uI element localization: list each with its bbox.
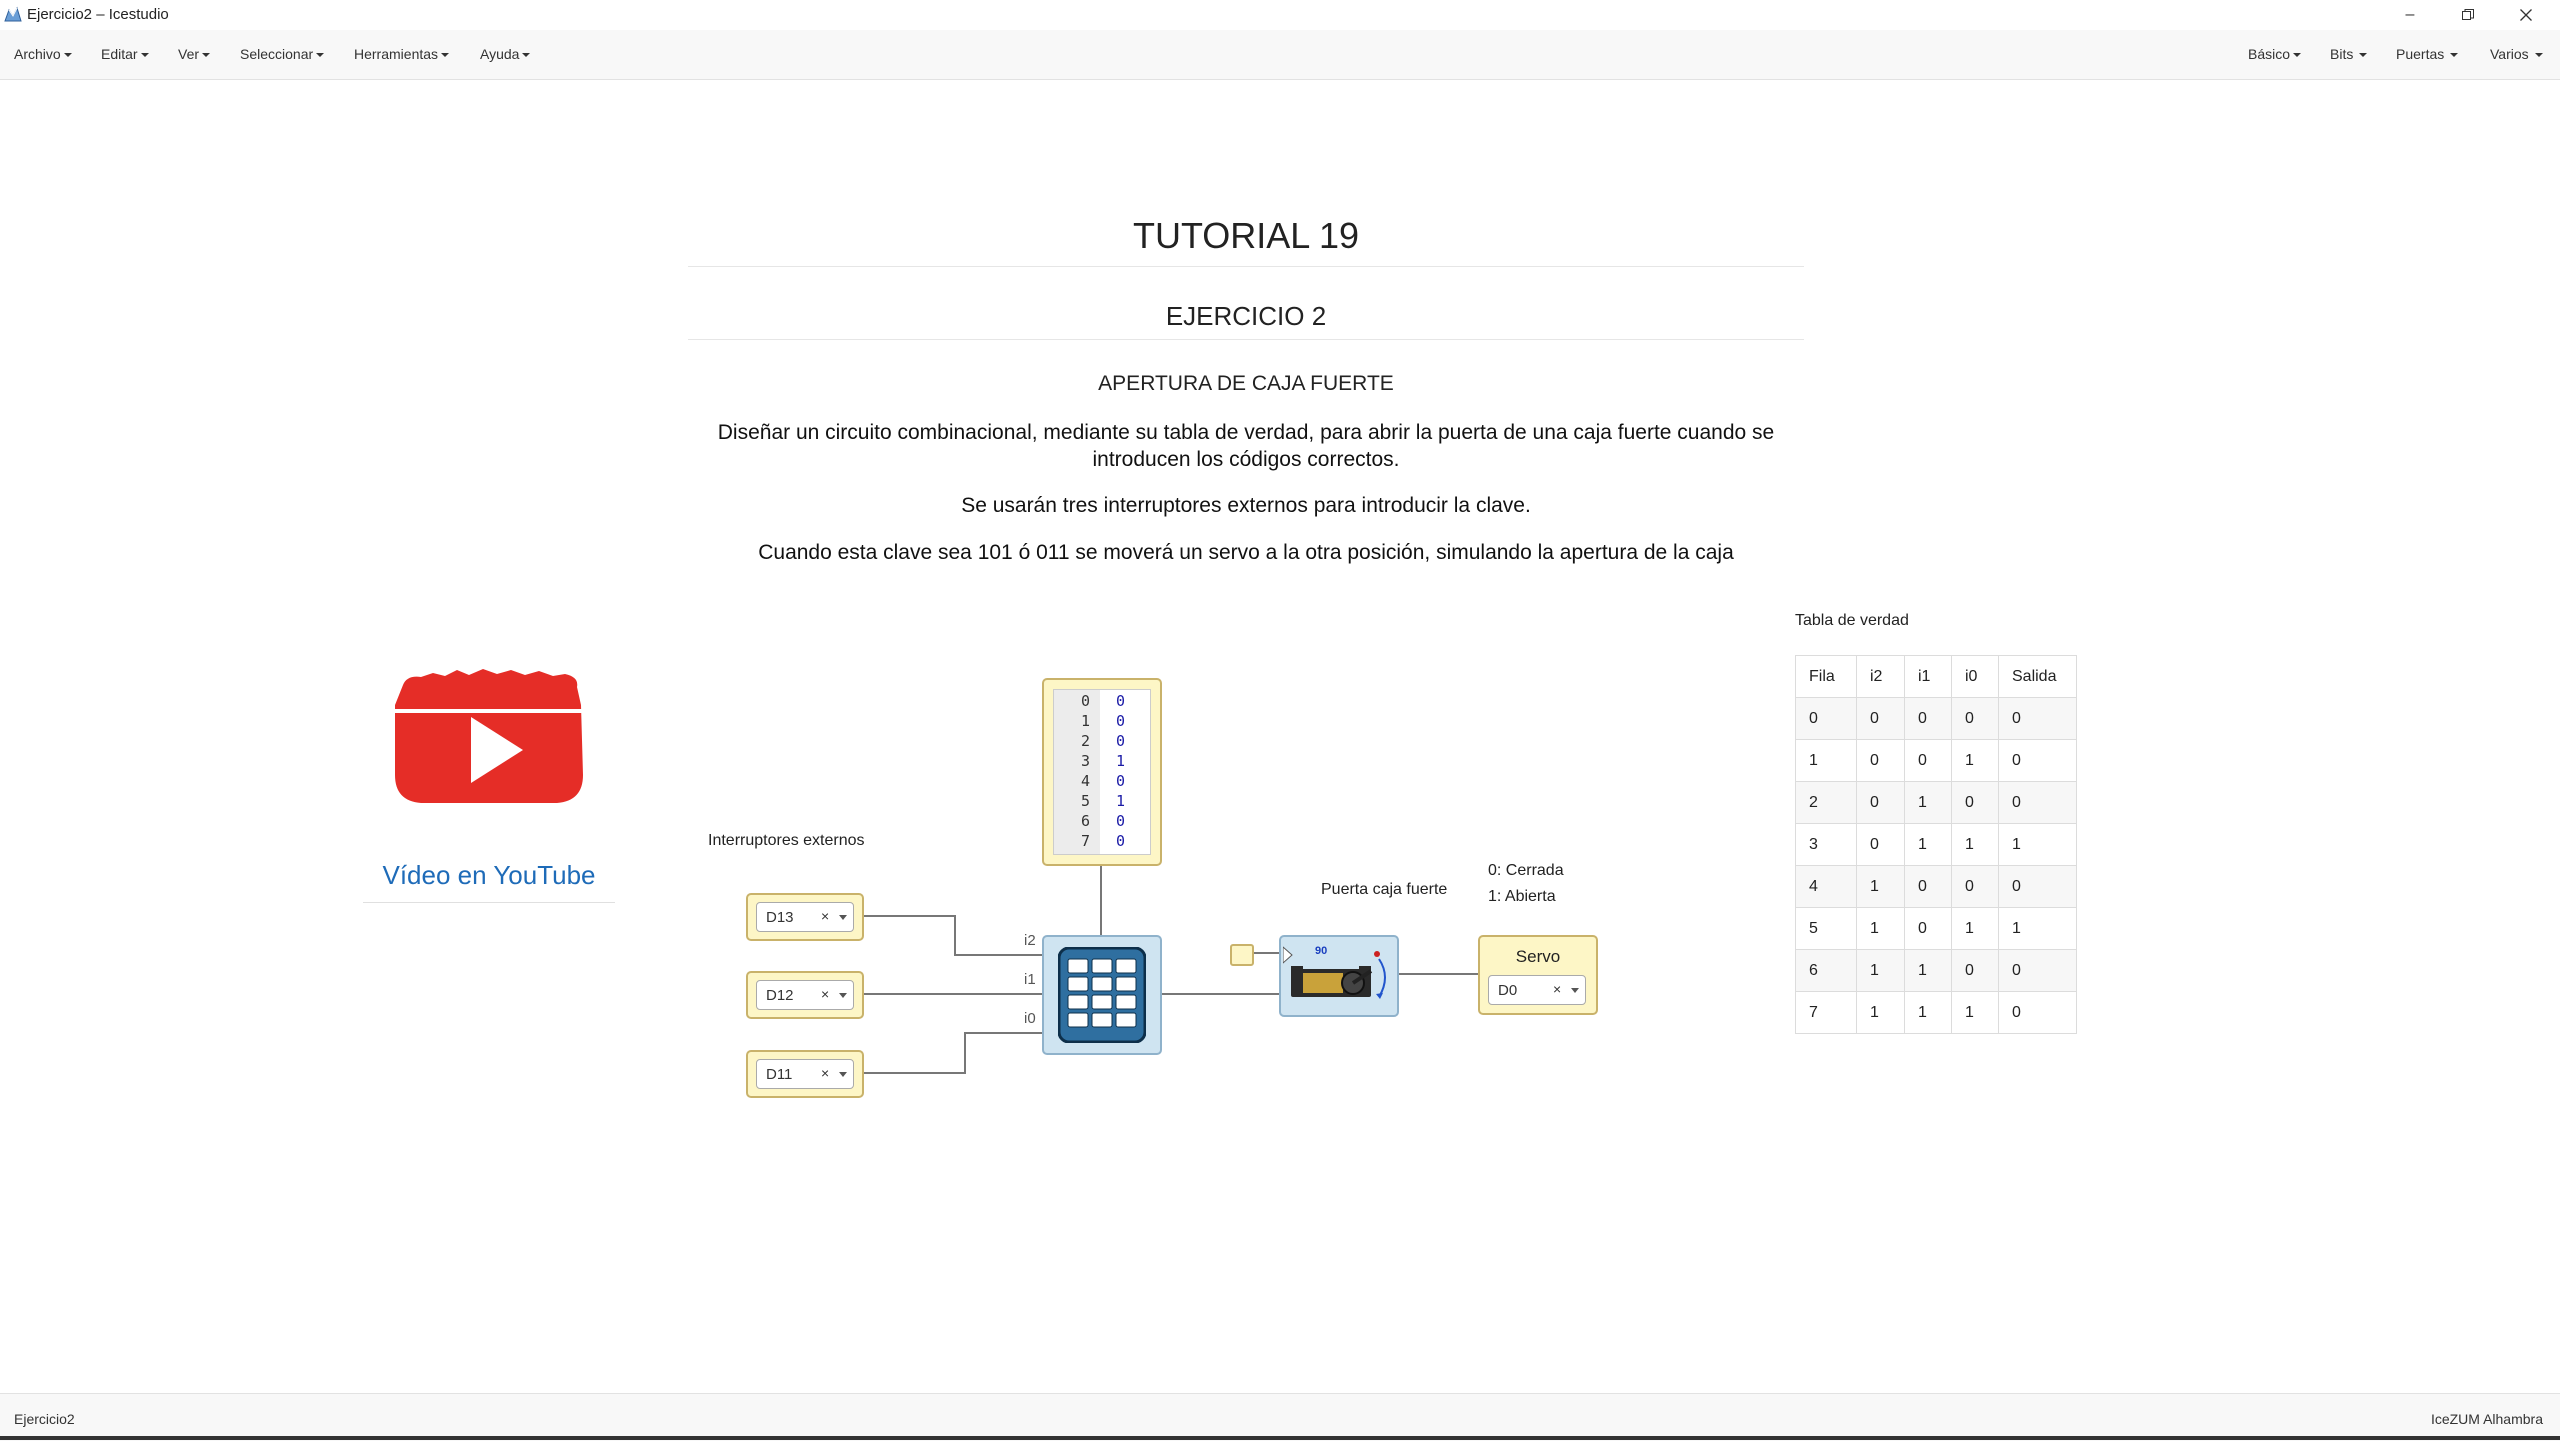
table-row: 51011 — [1795, 907, 2077, 950]
table-grid-icon — [1058, 947, 1146, 1043]
chevron-down-icon — [839, 915, 847, 920]
clear-icon[interactable]: × — [821, 986, 829, 1002]
status-bar: Ejercicio2 IceZUM Alhambra — [0, 1393, 2560, 1441]
table-row: 71110 — [1795, 991, 2077, 1034]
table-header-row: Fila i2 i1 i0 Salida — [1795, 655, 2077, 698]
output-label: Puerta caja fuerte — [1321, 881, 1448, 898]
input-pin-block[interactable]: D12 × — [746, 971, 864, 1019]
servo-controller-block[interactable]: 90 — [1279, 935, 1399, 1017]
column-header: Fila — [1795, 655, 1857, 698]
inputs-label: Interruptores externos — [708, 832, 865, 849]
table-row: 61100 — [1795, 949, 2077, 992]
constant-block[interactable] — [1230, 944, 1254, 966]
input-pin-block[interactable]: D13 × — [746, 893, 864, 941]
servo-angle-label: 90 — [1315, 945, 1328, 957]
chevron-down-icon — [839, 1072, 847, 1077]
board-selector[interactable]: IceZUM Alhambra — [2431, 1411, 2543, 1427]
servo-label: Servo — [1515, 947, 1561, 966]
table-row: 30111 — [1795, 823, 2077, 866]
memory-editor[interactable]: 00 10 20 31 40 51 60 70 — [1053, 689, 1151, 855]
pin-select[interactable]: D11 × — [756, 1059, 854, 1089]
table-row: 41000 — [1795, 865, 2077, 908]
port-label-i1: i1 — [1024, 971, 1036, 988]
truth-table: Fila i2 i1 i0 Salida 00000 10010 20100 3… — [1795, 655, 2077, 1034]
state-open-label: 1: Abierta — [1488, 888, 1556, 905]
column-header: i0 — [1951, 655, 1999, 698]
column-header: i2 — [1856, 655, 1905, 698]
input-pin-block[interactable]: D11 × — [746, 1050, 864, 1098]
memory-block[interactable]: 00 10 20 31 40 51 60 70 — [1042, 678, 1162, 866]
column-header: i1 — [1904, 655, 1952, 698]
bottom-border — [0, 1436, 2560, 1440]
project-name: Ejercicio2 — [14, 1411, 75, 1427]
clear-icon[interactable]: × — [821, 908, 829, 924]
table-row: 00000 — [1795, 697, 2077, 740]
truth-table-block[interactable] — [1042, 935, 1162, 1055]
clear-icon[interactable]: × — [821, 1065, 829, 1081]
servo-icon — [1283, 946, 1386, 999]
pin-select[interactable]: D13 × — [756, 902, 854, 932]
state-closed-label: 0: Cerrada — [1488, 862, 1564, 879]
table-row: 10010 — [1795, 739, 2077, 782]
port-label-i2: i2 — [1024, 932, 1036, 949]
chevron-down-icon — [1571, 988, 1579, 993]
pin-select[interactable]: D12 × — [756, 980, 854, 1010]
pin-select[interactable]: D0 × — [1488, 975, 1586, 1005]
circuit-wires — [863, 864, 1480, 1074]
table-row: 20100 — [1795, 781, 2077, 824]
column-header: Salida — [1998, 655, 2077, 698]
clear-icon[interactable]: × — [1553, 981, 1561, 997]
servo-output-block[interactable]: Servo D0 × — [1478, 935, 1598, 1015]
chevron-down-icon — [839, 993, 847, 998]
truth-table-title: Tabla de verdad — [1795, 612, 1909, 629]
port-label-i0: i0 — [1024, 1010, 1036, 1027]
